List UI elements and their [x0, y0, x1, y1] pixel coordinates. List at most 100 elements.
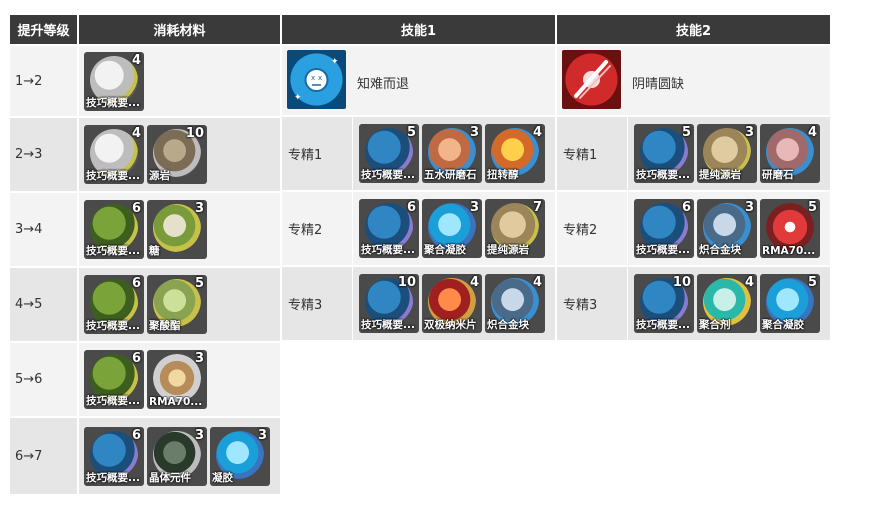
- material-icon[interactable]: 4 双极纳米片: [422, 274, 482, 333]
- mastery-label: 专精2: [557, 192, 627, 265]
- material-count: 10: [672, 275, 691, 290]
- mastery-label: 专精3: [282, 267, 352, 340]
- level-label: 6→7: [10, 418, 77, 494]
- material-name: 技巧概要...: [361, 169, 415, 181]
- svg-text:✦: ✦: [331, 57, 339, 67]
- level-label: 2→3: [10, 118, 77, 191]
- material-icon[interactable]: 10 源岩: [147, 125, 207, 184]
- material-count: 4: [744, 275, 754, 290]
- material-count: 4: [532, 125, 542, 140]
- skill2-name: 阴晴圆缺: [632, 77, 685, 92]
- material-icon[interactable]: 4 扭转醇: [485, 124, 545, 183]
- material-icon[interactable]: 5 聚酸酯: [147, 275, 207, 334]
- material-name: 技巧概要...: [86, 245, 140, 257]
- material-icon[interactable]: 6 技巧概要...: [359, 199, 419, 258]
- material-icon[interactable]: 5 技巧概要...: [359, 124, 419, 183]
- material-name: 技巧概要...: [86, 170, 140, 182]
- material-name: 技巧概要...: [86, 395, 140, 407]
- material-count: 7: [532, 200, 542, 215]
- level-label: 1→2: [10, 46, 77, 116]
- material-icon[interactable]: 4 研磨石: [760, 124, 820, 183]
- material-name: 源岩: [149, 170, 170, 182]
- material-count: 3: [744, 125, 754, 140]
- material-icon[interactable]: 6 技巧概要...: [84, 275, 144, 334]
- material-count: 4: [807, 125, 817, 140]
- material-count: 3: [194, 351, 204, 366]
- mastery-label: 专精3: [557, 267, 627, 340]
- material-icon[interactable]: 5 聚合凝胶: [760, 274, 820, 333]
- material-count: 3: [469, 125, 479, 140]
- material-count: 6: [131, 276, 141, 291]
- material-icon[interactable]: 4 聚合剂: [697, 274, 757, 333]
- material-count: 6: [131, 427, 141, 443]
- material-name: 技巧概要...: [636, 319, 690, 331]
- material-count: 4: [131, 126, 141, 141]
- material-name: 聚合凝胶: [762, 319, 804, 331]
- material-icon[interactable]: 6 技巧概要...: [84, 426, 144, 486]
- mastery-label: 专精1: [282, 117, 352, 190]
- materials-cell: 4 技巧概要... 10 源岩: [79, 118, 280, 191]
- materials-cell: 6 技巧概要... 3 RMA70...: [79, 343, 280, 416]
- material-count: 3: [257, 427, 267, 443]
- materials-cell: 4 技巧概要...: [79, 46, 280, 116]
- material-name: 双极纳米片: [424, 319, 477, 331]
- material-icon[interactable]: 4 技巧概要...: [84, 51, 144, 111]
- material-count: 5: [681, 125, 691, 140]
- material-icon[interactable]: 3 五水研磨石: [422, 124, 482, 183]
- material-count: 3: [744, 200, 754, 215]
- material-icon[interactable]: 3 晶体元件: [147, 426, 207, 486]
- material-icon[interactable]: 3 RMA70...: [147, 350, 207, 409]
- material-icon[interactable]: 3 凝胶: [210, 426, 270, 486]
- material-count: 10: [185, 126, 204, 141]
- material-name: 五水研磨石: [424, 169, 477, 181]
- material-icon[interactable]: 6 技巧概要...: [84, 200, 144, 259]
- material-name: 扭转醇: [487, 169, 519, 181]
- header-level: 提升等级: [10, 15, 77, 44]
- material-icon[interactable]: 10 技巧概要...: [634, 274, 694, 333]
- material-count: 3: [194, 201, 204, 216]
- material-count: 6: [681, 200, 691, 215]
- material-name: 技巧概要...: [86, 96, 140, 109]
- svg-text:✦: ✦: [294, 93, 302, 103]
- mastery-materials-cell: 6 技巧概要... 3 炽合金块 5 RMA70...: [628, 192, 830, 265]
- material-icon[interactable]: 10 技巧概要...: [359, 274, 419, 333]
- material-icon[interactable]: 5 RMA70...: [760, 199, 820, 258]
- skill-slash-icon: [562, 50, 621, 109]
- material-icon[interactable]: 3糖: [147, 200, 207, 259]
- mastery-materials-cell: 6 技巧概要... 3 聚合凝胶 7 提纯源岩: [353, 192, 555, 265]
- skill1-name: 知难而退: [357, 77, 410, 92]
- material-name: 炽合金块: [699, 244, 741, 256]
- material-name: 凝胶: [212, 471, 233, 484]
- material-icon[interactable]: 3 提纯源岩: [697, 124, 757, 183]
- material-name: 研磨石: [762, 169, 794, 181]
- material-icon[interactable]: 6 技巧概要...: [634, 199, 694, 258]
- materials-cell: 6 技巧概要... 3 糖: [79, 193, 280, 266]
- material-count: 4: [469, 275, 479, 290]
- material-icon[interactable]: 6 技巧概要...: [84, 350, 144, 409]
- level-label: 4→5: [10, 268, 77, 341]
- header-materials: 消耗材料: [79, 15, 280, 44]
- material-name: 技巧概要...: [636, 244, 690, 256]
- materials-cell: 6 技巧概要... 3 晶体元件 3 凝胶: [79, 418, 280, 494]
- material-count: 6: [406, 200, 416, 215]
- material-icon[interactable]: 4 技巧概要...: [84, 125, 144, 184]
- material-icon[interactable]: 4 炽合金块: [485, 274, 545, 333]
- level-label: 3→4: [10, 193, 77, 266]
- material-count: 3: [469, 200, 479, 215]
- header-skill1: 技能1: [282, 15, 555, 44]
- material-count: 4: [131, 52, 141, 68]
- material-name: 聚合凝胶: [424, 244, 466, 256]
- material-icon[interactable]: 5 技巧概要...: [634, 124, 694, 183]
- material-icon[interactable]: 3 炽合金块: [697, 199, 757, 258]
- material-name: 聚酸酯: [149, 320, 181, 332]
- materials-cell: 6 技巧概要... 5 聚酸酯: [79, 268, 280, 341]
- svg-text:x: x: [311, 74, 315, 82]
- header-skill2: 技能2: [557, 15, 830, 44]
- material-name: 技巧概要...: [361, 319, 415, 331]
- material-name: 技巧概要...: [361, 244, 415, 256]
- material-count: 5: [194, 276, 204, 291]
- material-count: 10: [397, 275, 416, 290]
- skill-dizzy-icon: x x ✦ ✦: [287, 50, 346, 109]
- material-icon[interactable]: 3 聚合凝胶: [422, 199, 482, 258]
- material-icon[interactable]: 7 提纯源岩: [485, 199, 545, 258]
